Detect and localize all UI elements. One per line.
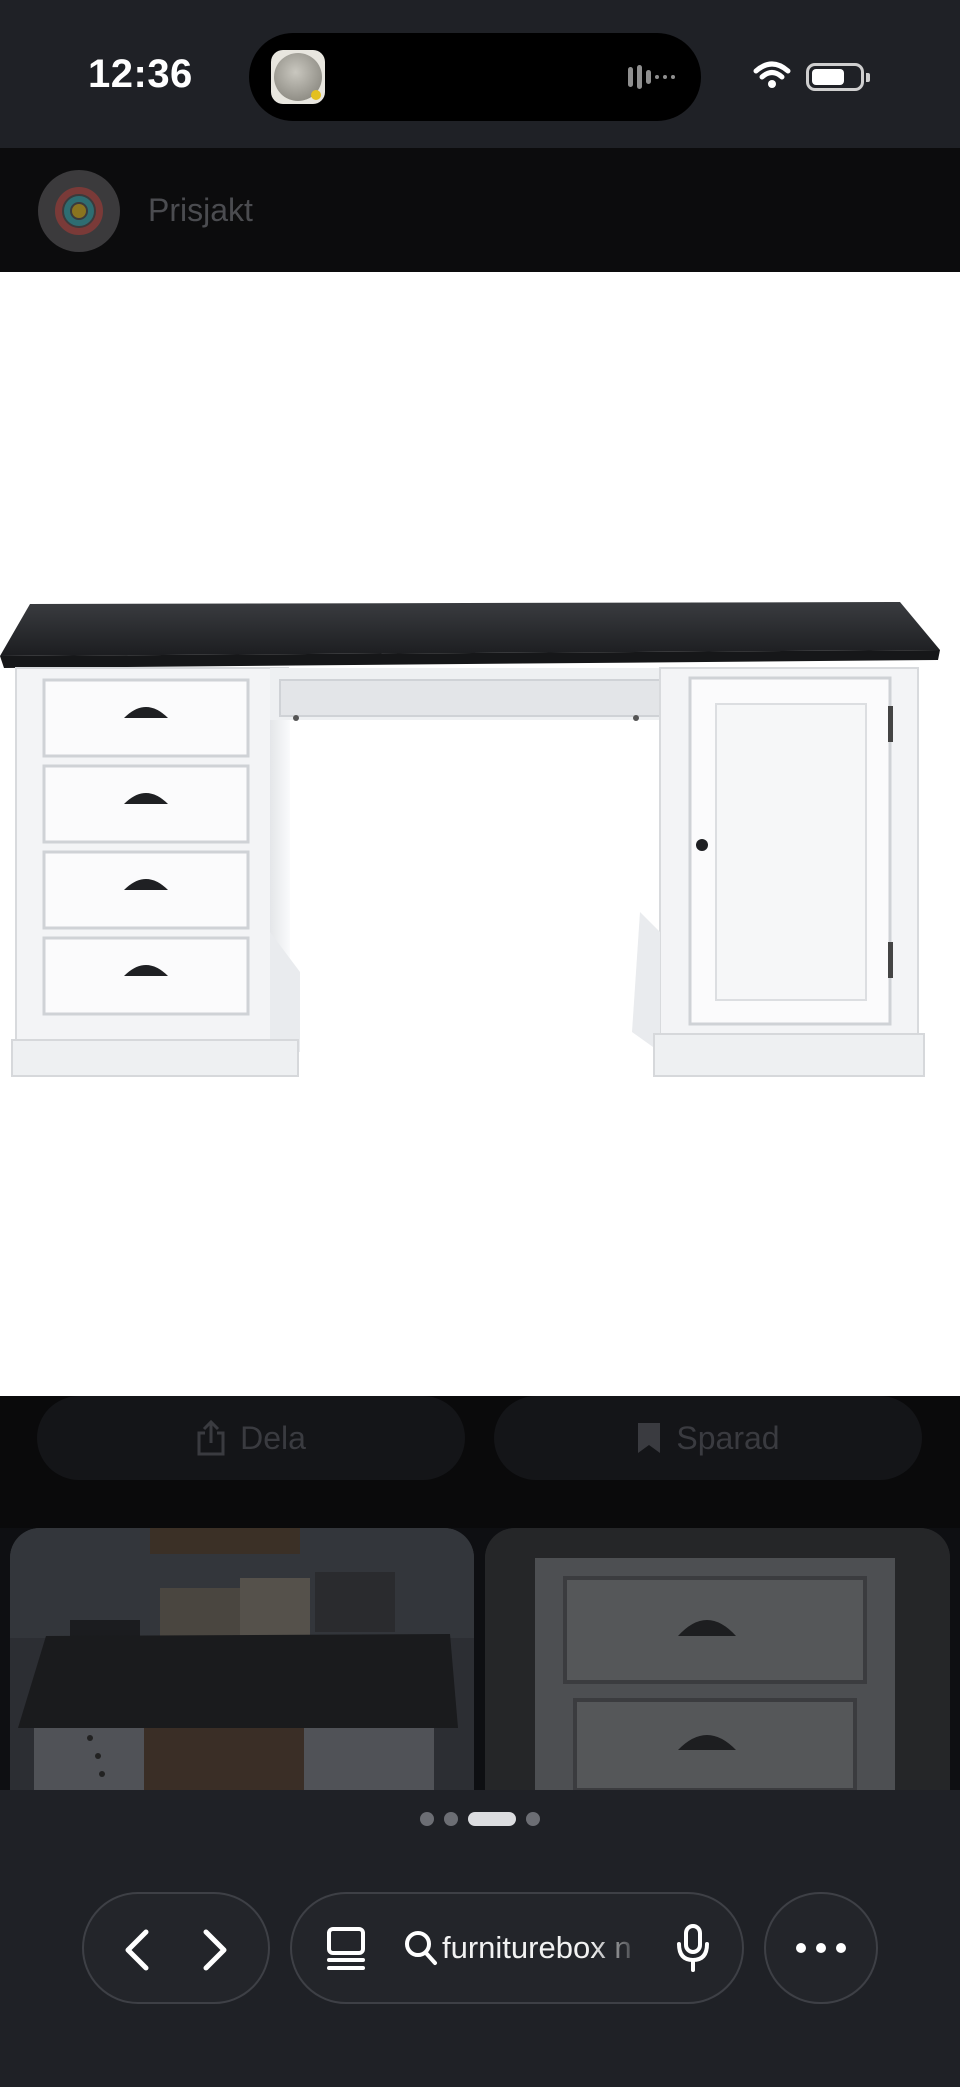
share-label: Dela (240, 1419, 306, 1456)
source-header[interactable]: Prisjakt (0, 148, 960, 272)
wifi-icon (753, 61, 791, 88)
more-icon-dot (796, 1943, 806, 1953)
status-bar: 12:36 (0, 0, 960, 148)
desk-illustration (0, 602, 940, 1077)
page-dot-active (468, 1812, 516, 1826)
navigation-buttons (82, 1892, 270, 2004)
page-dot (444, 1812, 458, 1826)
product-image[interactable] (0, 272, 960, 1396)
action-row: Dela Sparad (0, 1396, 960, 1528)
more-button[interactable] (764, 1892, 878, 2004)
prisjakt-logo-icon (38, 170, 120, 252)
dynamic-island[interactable] (249, 33, 701, 121)
page-indicator[interactable] (0, 1812, 960, 1826)
search-icon (405, 1931, 437, 1965)
now-playing-artwork (271, 50, 325, 104)
battery-icon (806, 63, 870, 91)
share-icon (197, 1419, 225, 1456)
more-icon-dot (816, 1943, 826, 1953)
microphone-icon[interactable] (676, 1924, 710, 1972)
page-dot (526, 1812, 540, 1826)
desk-room-photo (10, 1528, 474, 1790)
back-button[interactable] (108, 1920, 168, 1980)
saved-label: Sparad (676, 1419, 780, 1456)
address-bar[interactable]: furniturebox n (290, 1892, 744, 2004)
page-dot (420, 1812, 434, 1826)
more-icon-dot (836, 1943, 846, 1953)
share-button[interactable]: Dela (37, 1396, 465, 1480)
saved-button[interactable]: Sparad (494, 1396, 922, 1480)
related-image-thumbnail[interactable] (10, 1528, 474, 1790)
drawer-closeup-photo (485, 1528, 950, 1790)
related-image-thumbnail[interactable] (485, 1528, 950, 1790)
audio-waveform-icon (628, 65, 675, 89)
tabs-icon[interactable] (326, 1926, 366, 1972)
source-name: Prisjakt (148, 192, 253, 228)
bookmark-icon (638, 1423, 661, 1453)
status-time: 12:36 (88, 52, 193, 96)
address-text[interactable]: furniturebox n (442, 1930, 642, 1966)
forward-button[interactable] (184, 1920, 244, 1980)
